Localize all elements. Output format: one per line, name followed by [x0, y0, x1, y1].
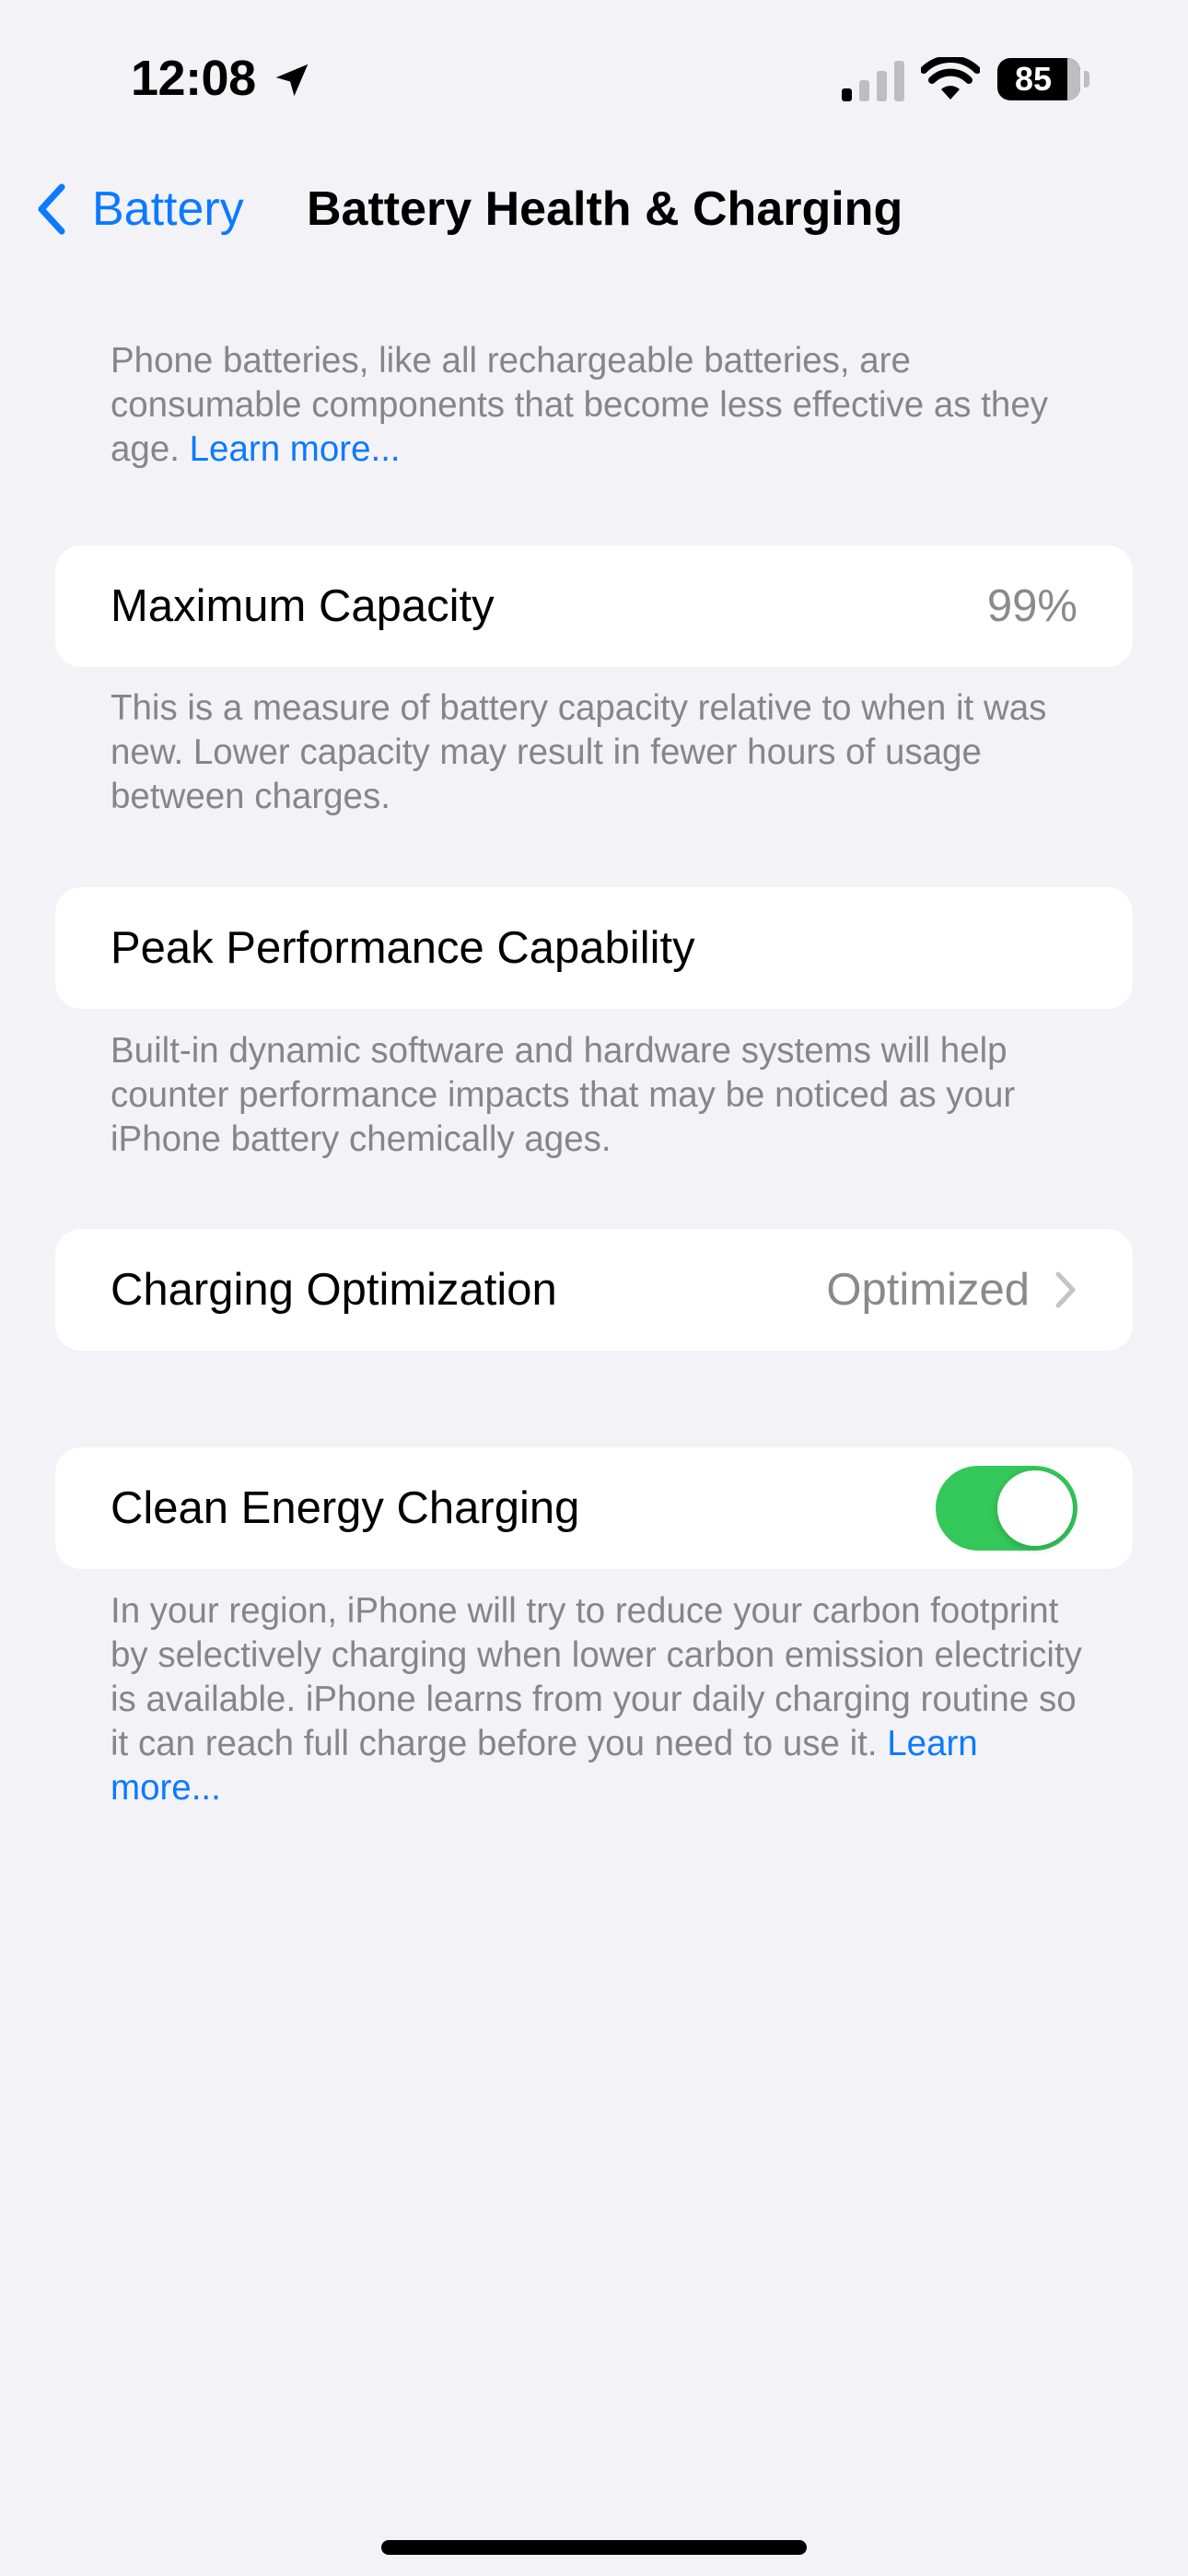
chevron-left-icon	[38, 183, 65, 235]
status-bar: 12:08 85	[0, 0, 1188, 157]
battery-icon: 85	[997, 58, 1080, 100]
back-button-label: Battery	[92, 182, 244, 236]
status-time: 12:08	[131, 51, 256, 106]
clean-energy-charging-toggle[interactable]	[936, 1466, 1077, 1551]
maximum-capacity-label: Maximum Capacity	[111, 581, 495, 631]
clean-energy-charging-label: Clean Energy Charging	[111, 1483, 580, 1533]
home-indicator[interactable]	[381, 2540, 807, 2555]
clean-energy-charging-row: Clean Energy Charging	[55, 1447, 1133, 1569]
battery-level: 85	[1014, 60, 1053, 98]
peak-performance-row: Peak Performance Capability	[55, 887, 1133, 1009]
battery-cap	[1084, 71, 1089, 88]
maximum-capacity-value: 99%	[986, 581, 1077, 631]
intro-learn-more-link[interactable]: Learn more...	[190, 429, 401, 469]
chevron-right-icon	[1055, 1271, 1076, 1308]
wifi-icon	[921, 57, 980, 100]
back-button[interactable]: Battery	[33, 175, 244, 243]
maximum-capacity-row: Maximum Capacity 99%	[55, 545, 1133, 667]
charging-optimization-value: Optimized	[826, 1265, 1030, 1315]
maximum-capacity-footnote: This is a measure of battery capacity re…	[111, 688, 1047, 816]
toggle-knob	[997, 1470, 1073, 1546]
charging-optimization-row[interactable]: Charging Optimization Optimized	[55, 1229, 1133, 1351]
charging-optimization-label: Charging Optimization	[111, 1265, 557, 1315]
location-arrow-icon	[275, 64, 309, 97]
peak-performance-footnote: Built-in dynamic software and hardware s…	[111, 1031, 1016, 1159]
battery-empty-segment	[1067, 58, 1080, 100]
page-title: Battery Health & Charging	[307, 182, 903, 236]
cellular-signal-icon	[842, 61, 904, 101]
peak-performance-label: Peak Performance Capability	[111, 923, 695, 973]
intro-text: Phone batteries, like all rechargeable b…	[111, 339, 1087, 472]
clean-energy-footnote: In your region, iPhone will try to reduc…	[111, 1589, 1087, 1810]
